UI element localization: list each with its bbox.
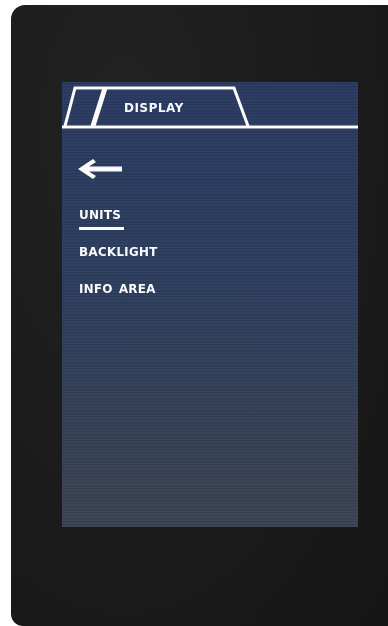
menu-item-backlight-label: BACKLIGHT: [79, 241, 158, 261]
menu-item-units-label: UNITS: [79, 202, 125, 230]
device-bezel: DISPLAY UNITS BACKLIGHT INFO AREA: [11, 5, 388, 626]
tab-display[interactable]: DISPLAY: [124, 97, 184, 117]
display-screen: DISPLAY UNITS BACKLIGHT INFO AREA: [62, 82, 358, 527]
menu-item-info-area-label: INFO AREA: [79, 278, 156, 298]
menu-item-units[interactable]: UNITS: [79, 202, 158, 239]
menu-item-backlight[interactable]: BACKLIGHT: [79, 239, 158, 276]
menu-item-info-area[interactable]: INFO AREA: [79, 276, 158, 313]
settings-menu: UNITS BACKLIGHT INFO AREA: [79, 202, 158, 313]
tab-header-frame: [62, 86, 358, 129]
back-arrow-icon[interactable]: [76, 157, 124, 181]
